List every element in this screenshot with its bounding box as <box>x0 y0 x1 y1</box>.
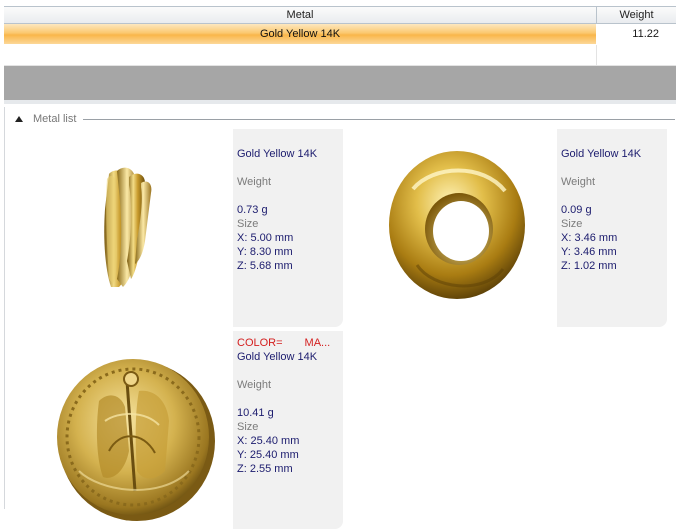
size-label: Size <box>561 218 583 230</box>
grid-header: Metal Weight <box>4 6 676 24</box>
size-y: Y: 3.46 mm <box>561 246 617 258</box>
color-key: COLOR= <box>237 337 283 349</box>
metal-card-info: Gold Yellow 14K Weight 0.09 g Size X: 3.… <box>557 129 667 327</box>
size-x: X: 25.40 mm <box>237 435 300 447</box>
size-y: Y: 25.40 mm <box>237 449 299 461</box>
size-z: Z: 1.02 mm <box>561 260 617 272</box>
metal-name: Gold Yellow 14K <box>237 148 318 160</box>
color-value: MA... <box>304 337 331 349</box>
metal-card-1[interactable]: Gold Yellow 14K Weight 0.73 g Size X: 5.… <box>9 129 343 327</box>
cell-metal[interactable]: Gold Yellow 14K <box>4 24 596 44</box>
weight-label: Weight <box>237 176 272 188</box>
metal-card-info: COLOR= MA... Gold Yellow 14K Weight 10.41… <box>233 331 343 529</box>
weight-label: Weight <box>237 379 272 391</box>
collapse-triangle-icon[interactable] <box>15 116 23 122</box>
metal-name: Gold Yellow 14K <box>237 351 318 363</box>
weight-value: 0.09 g <box>561 204 592 216</box>
metal-card-2[interactable]: Gold Yellow 14K Weight 0.09 g Size X: 3.… <box>333 129 667 327</box>
weight-value: 10.41 g <box>237 407 274 419</box>
splitter[interactable] <box>4 100 676 104</box>
size-x: X: 5.00 mm <box>237 232 294 244</box>
coin-medallion-icon <box>9 331 233 529</box>
column-header-weight[interactable]: Weight <box>597 7 676 23</box>
cell-weight[interactable]: 11.22 <box>597 24 676 44</box>
grid-row-empty[interactable] <box>4 45 676 66</box>
metal-card-3[interactable]: COLOR= MA... Gold Yellow 14K Weight 10.41… <box>9 331 343 529</box>
size-z: Z: 2.55 mm <box>237 463 293 475</box>
size-y: Y: 8.30 mm <box>237 246 293 258</box>
metal-list-title: Metal list <box>33 113 77 125</box>
size-label: Size <box>237 421 259 433</box>
metal-list-panel: Metal list Gold Yellow 14K Weight 0.73 g… <box>4 107 676 529</box>
color-tag: COLOR= MA... <box>237 336 337 350</box>
weight-label: Weight <box>561 176 596 188</box>
size-x: X: 3.46 mm <box>561 232 618 244</box>
metal-name: Gold Yellow 14K <box>561 148 642 160</box>
weight-value: 0.73 g <box>237 204 268 216</box>
group-divider <box>83 119 675 120</box>
size-label: Size <box>237 218 259 230</box>
grid-empty-area <box>4 66 676 100</box>
column-header-metal[interactable]: Metal <box>4 7 597 23</box>
grid-row-selected[interactable]: Gold Yellow 14K <box>4 24 596 44</box>
metal-card-info: Gold Yellow 14K Weight 0.73 g Size X: 5.… <box>233 129 343 327</box>
ring-donut-icon <box>333 129 557 327</box>
column-divider <box>596 45 597 65</box>
bail-pendant-icon <box>9 129 233 327</box>
size-z: Z: 5.68 mm <box>237 260 293 272</box>
metal-grid: Metal Weight Gold Yellow 14K 11.22 <box>0 0 676 104</box>
cell-weight-value: 11.22 <box>632 28 659 40</box>
